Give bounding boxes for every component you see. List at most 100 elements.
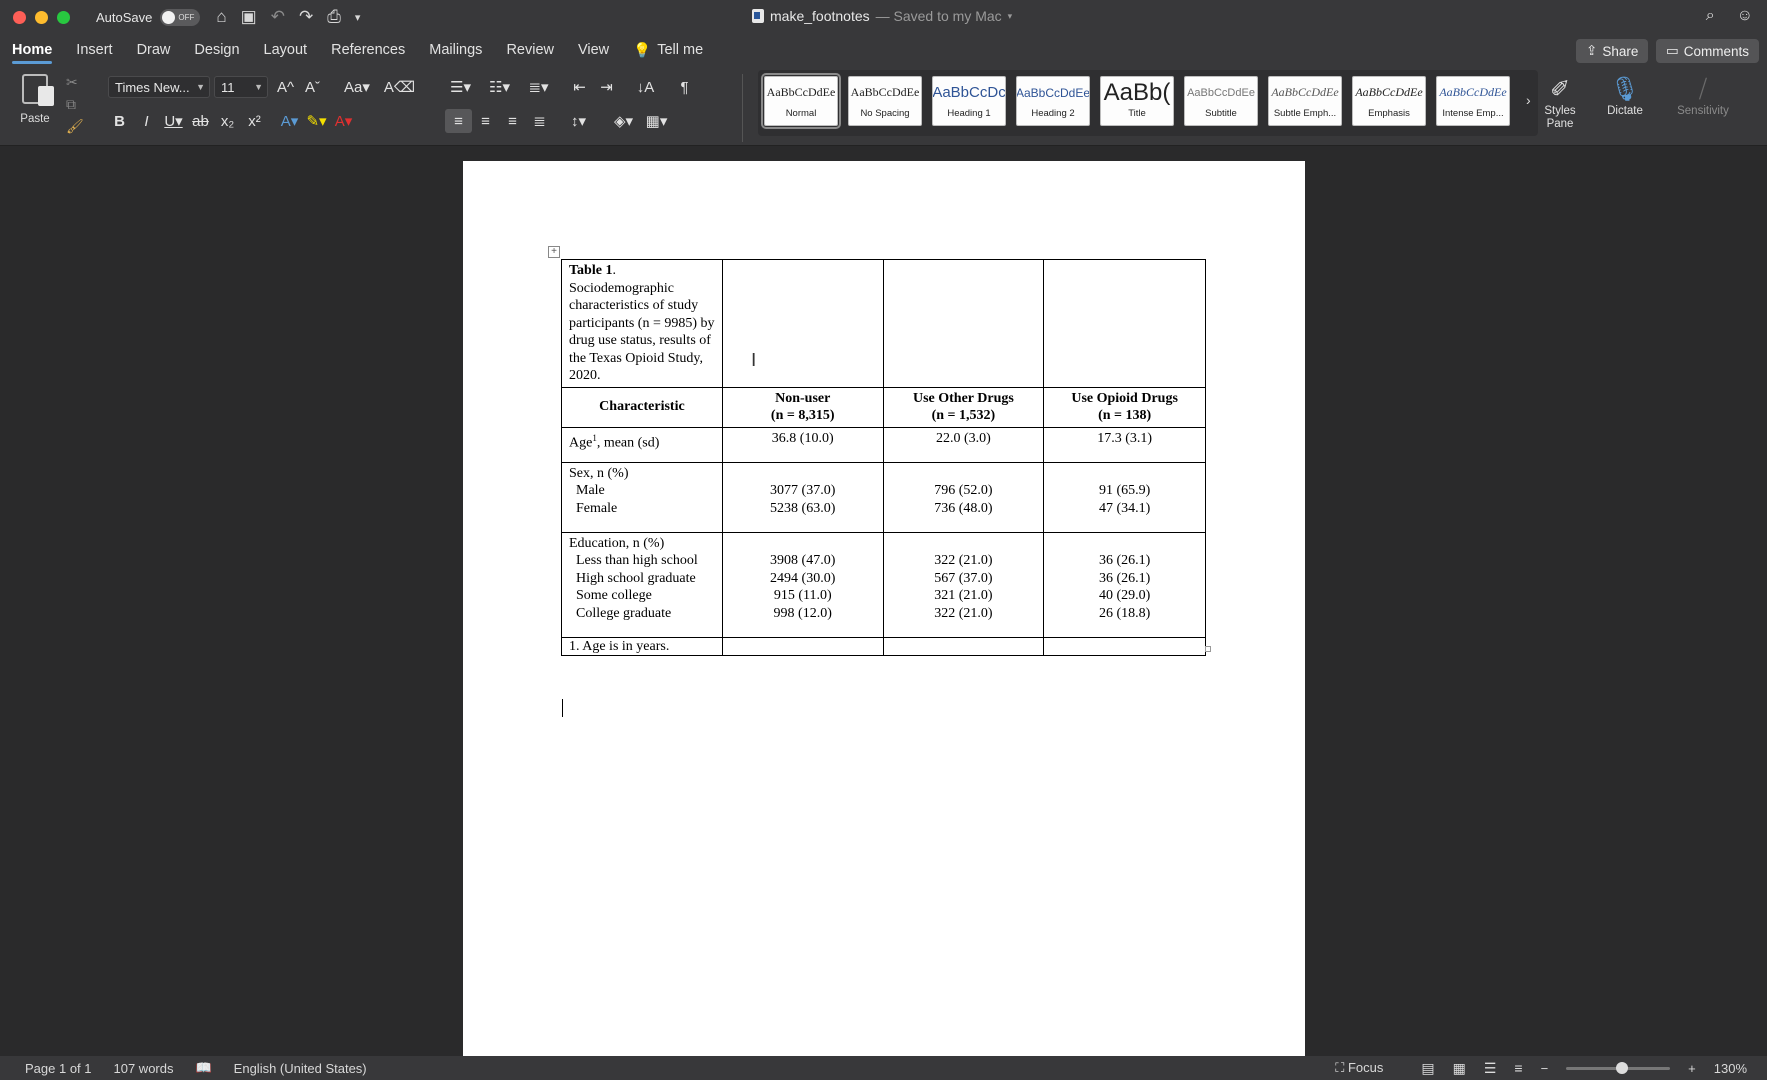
style-title[interactable]: AaBb( Title: [1100, 76, 1174, 126]
tab-design[interactable]: Design: [182, 34, 251, 66]
tab-review[interactable]: Review: [494, 34, 566, 66]
language-indicator[interactable]: English (United States): [234, 1061, 367, 1076]
sort-icon[interactable]: ↓A: [632, 75, 659, 99]
search-icon[interactable]: ⌕: [1706, 7, 1715, 25]
print-icon[interactable]: ⎙: [327, 7, 341, 27]
style-heading-2[interactable]: AaBbCcDdEe Heading 2: [1016, 76, 1090, 126]
age-label-cell[interactable]: Age1, mean (sd): [561, 426, 723, 463]
table-move-handle-icon[interactable]: +: [548, 246, 560, 258]
tab-layout[interactable]: Layout: [252, 34, 320, 66]
align-right-icon[interactable]: ≡: [499, 109, 526, 133]
sex-label-cell[interactable]: Sex, n (%) Male Female: [561, 461, 723, 533]
age-non-user[interactable]: 36.8 (10.0): [721, 426, 884, 463]
table-1[interactable]: Table 1. Sociodemographic characteristic…: [561, 259, 1206, 656]
tab-insert[interactable]: Insert: [64, 34, 124, 66]
styles-pane-button[interactable]: ✐ Styles Pane: [1538, 73, 1582, 131]
education-opioid-drugs[interactable]: 36 (26.1) 36 (26.1) 40 (29.0) 26 (18.8): [1043, 531, 1206, 638]
tab-view[interactable]: View: [566, 34, 621, 66]
shrink-font-icon[interactable]: Aˇ: [299, 75, 326, 99]
comments-button[interactable]: ▭ Comments: [1656, 39, 1760, 63]
highlight-color-icon[interactable]: ✎▾: [303, 109, 330, 133]
borders-icon[interactable]: ▦▾: [643, 109, 670, 133]
tab-draw[interactable]: Draw: [125, 34, 183, 66]
sensitivity-button[interactable]: ⧸ Sensitivity: [1670, 73, 1736, 118]
italic-icon[interactable]: I: [133, 109, 160, 133]
zoom-slider[interactable]: [1566, 1061, 1671, 1074]
font-name-dropdown[interactable]: Times New... ▼: [108, 76, 210, 98]
text-effects-icon[interactable]: A▾: [276, 109, 303, 133]
education-non-user[interactable]: 3908 (47.0) 2494 (30.0) 915 (11.0) 998 (12.…: [721, 531, 884, 638]
decrease-indent-icon[interactable]: ⇤: [566, 75, 593, 99]
table-cell[interactable]: [882, 636, 1045, 656]
table-cell[interactable]: [1043, 636, 1206, 656]
minimize-window-button[interactable]: [35, 10, 48, 24]
multilevel-list-icon[interactable]: ≣▾: [525, 75, 552, 99]
focus-button[interactable]: ⛶ Focus: [1335, 1060, 1383, 1076]
page-count[interactable]: Page 1 of 1: [25, 1061, 92, 1076]
education-label-cell[interactable]: Education, n (%) Less than high school Hig…: [561, 531, 723, 638]
style-no-spacing[interactable]: AaBbCcDdEe No Spacing: [848, 76, 922, 126]
grow-font-icon[interactable]: A^: [272, 75, 299, 99]
style-intense-emphasis[interactable]: AaBbCcDdEe Intense Emp...: [1436, 76, 1510, 126]
home-icon[interactable]: ⌂: [216, 7, 226, 27]
sex-non-user[interactable]: 3077 (37.0) 5238 (63.0): [721, 461, 884, 533]
zoom-out-icon[interactable]: −: [1541, 1061, 1549, 1076]
style-subtle-emphasis[interactable]: AaBbCcDdEe Subtle Emph...: [1268, 76, 1342, 126]
superscript-icon[interactable]: x²: [241, 109, 268, 133]
style-subtitle[interactable]: AaBbCcDdEe Subtitle: [1184, 76, 1258, 126]
table-caption-cell[interactable]: Table 1. Sociodemographic characteristic…: [561, 259, 723, 388]
save-icon[interactable]: ▣: [241, 7, 257, 27]
chevron-right-icon[interactable]: ›: [1526, 92, 1531, 108]
autosave-toggle[interactable]: OFF: [160, 8, 201, 26]
align-left-icon[interactable]: ≡: [445, 109, 472, 133]
sex-other-drugs[interactable]: 796 (52.0) 736 (48.0): [882, 461, 1045, 533]
print-layout-view-icon[interactable]: ▤: [1421, 1060, 1434, 1077]
footnote-cell[interactable]: 1. Age is in years.: [561, 636, 723, 656]
table-resize-handle[interactable]: [1205, 646, 1211, 652]
cut-icon[interactable]: ✂: [66, 74, 84, 91]
document-title[interactable]: make_footnotes — Saved to my Mac ▾: [752, 8, 1012, 24]
subscript-icon[interactable]: x₂: [214, 109, 241, 133]
show-formatting-marks-icon[interactable]: ¶: [671, 75, 698, 99]
change-case-icon[interactable]: Aa▾: [336, 75, 378, 99]
redo-icon[interactable]: ↷: [299, 7, 313, 27]
underline-icon[interactable]: U▾: [160, 109, 187, 133]
draft-view-icon[interactable]: ≡: [1514, 1060, 1522, 1076]
tab-tell-me[interactable]: 💡 Tell me: [621, 34, 715, 66]
feedback-smiley-icon[interactable]: ☺: [1737, 7, 1753, 25]
share-button[interactable]: ⇪ Share: [1576, 39, 1649, 63]
outline-view-icon[interactable]: ☰: [1484, 1060, 1497, 1077]
header-use-opioid-drugs[interactable]: Use Opioid Drugs (n = 138): [1043, 386, 1206, 428]
close-window-button[interactable]: [13, 10, 26, 24]
bullets-icon[interactable]: ☰▾: [447, 75, 474, 99]
font-size-dropdown[interactable]: 11 ▼: [214, 76, 268, 98]
format-painter-icon[interactable]: 🖌: [66, 118, 84, 135]
web-layout-view-icon[interactable]: ▦: [1453, 1060, 1466, 1077]
tab-references[interactable]: References: [319, 34, 417, 66]
sex-opioid-drugs[interactable]: 91 (65.9) 47 (34.1): [1043, 461, 1206, 533]
font-color-icon[interactable]: A▾: [330, 109, 357, 133]
customize-toolbar-icon[interactable]: ▾: [355, 11, 361, 24]
table-cell[interactable]: [721, 636, 884, 656]
header-use-other-drugs[interactable]: Use Other Drugs (n = 1,532): [882, 386, 1045, 428]
style-emphasis[interactable]: AaBbCcDdEe Emphasis: [1352, 76, 1426, 126]
header-non-user[interactable]: Non-user (n = 8,315): [721, 386, 884, 428]
tab-mailings[interactable]: Mailings: [417, 34, 494, 66]
tab-home[interactable]: Home: [0, 34, 64, 66]
bold-icon[interactable]: B: [106, 109, 133, 133]
paste-button[interactable]: Paste: [12, 74, 58, 125]
zoom-in-icon[interactable]: +: [1688, 1061, 1696, 1076]
zoom-level[interactable]: 130%: [1714, 1061, 1747, 1076]
table-cell[interactable]: [1043, 259, 1206, 388]
undo-icon[interactable]: ↶: [271, 7, 285, 27]
style-heading-1[interactable]: AaBbCcDc Heading 1: [932, 76, 1006, 126]
copy-icon[interactable]: ⧉: [66, 96, 84, 113]
table-cell[interactable]: [721, 259, 884, 388]
shading-icon[interactable]: ◈▾: [610, 109, 637, 133]
table-cell[interactable]: [882, 259, 1045, 388]
justify-icon[interactable]: ≣: [526, 109, 553, 133]
strikethrough-icon[interactable]: ab: [187, 109, 214, 133]
clear-formatting-icon[interactable]: A⌫: [384, 75, 415, 99]
align-center-icon[interactable]: ≡: [472, 109, 499, 133]
education-other-drugs[interactable]: 322 (21.0) 567 (37.0) 321 (21.0) 322 (21.0): [882, 531, 1045, 638]
